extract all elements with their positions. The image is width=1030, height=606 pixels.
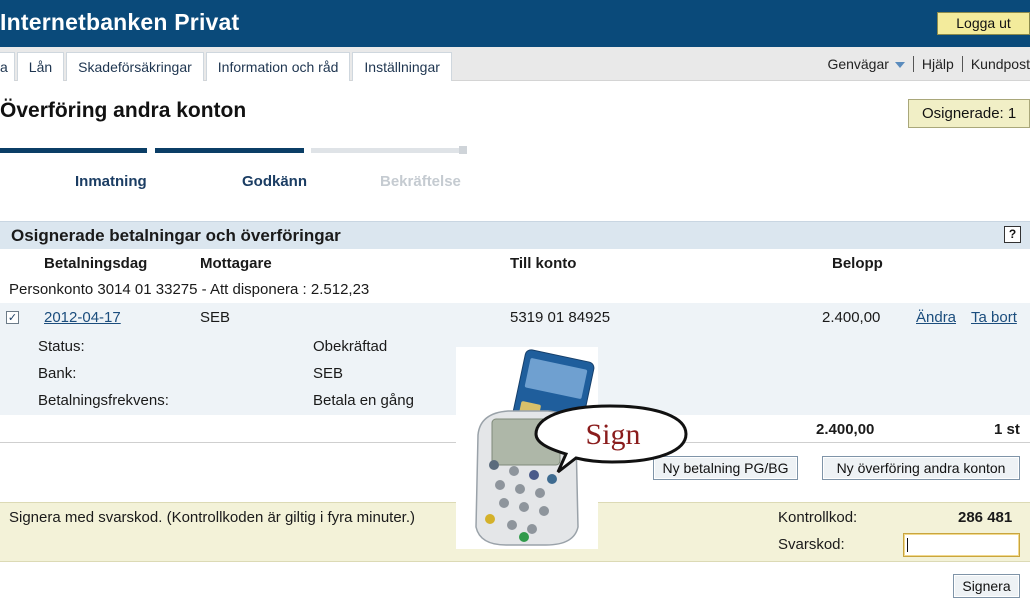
nav-tabs: a Lån Skadeförsäkringar Information och … — [0, 52, 454, 81]
payment-recipient: SEB — [200, 309, 231, 326]
edit-link[interactable]: Ändra — [916, 309, 956, 326]
detail-frequency-value: Betala en gång — [313, 392, 414, 409]
payment-checkbox[interactable]: ✓ — [6, 311, 19, 324]
top-bar: Internetbanken Privat Logga ut — [0, 0, 1030, 47]
step-godkann: Godkänn — [242, 173, 308, 190]
divider — [961, 56, 963, 72]
payment-amount: 2.400,00 — [822, 309, 881, 326]
shortcuts-menu[interactable]: Genvägar — [827, 56, 905, 72]
unsigned-badge[interactable]: Osignerade: 1 — [908, 99, 1030, 128]
new-transfer-button[interactable]: Ny överföring andra konton — [822, 456, 1020, 480]
total-count: 1 st — [994, 421, 1020, 438]
payment-to-account: 5319 01 84925 — [510, 309, 611, 326]
tab-skadeforsakringar[interactable]: Skadeförsäkringar — [66, 52, 204, 81]
signing-instruction: Signera med svarskod. (Kontrollkoden är … — [9, 509, 416, 526]
column-header-to-account: Till konto — [510, 255, 577, 272]
help-link[interactable]: Hjälp — [922, 56, 954, 72]
customer-mail-link[interactable]: Kundpost — [971, 56, 1030, 72]
brand-title: Internetbanken Privat — [0, 9, 240, 35]
delete-link[interactable]: Ta bort — [971, 309, 1017, 326]
control-code-label: Kontrollkod: — [778, 509, 858, 526]
detail-bank-label: Bank: — [38, 365, 77, 382]
tab-lan[interactable]: Lån — [16, 52, 65, 81]
detail-bank-value: SEB — [313, 365, 344, 382]
quick-links: Genvägar Hjälp Kundpost — [827, 56, 1030, 72]
help-icon[interactable]: ? — [1004, 226, 1021, 243]
section-title: Osignerade betalningar och överföringar — [11, 226, 341, 245]
column-header-recipient: Mottagare — [200, 255, 272, 272]
tab-installningar[interactable]: Inställningar — [352, 52, 452, 81]
account-summary: Personkonto 3014 01 33275 - Att disponer… — [0, 276, 1030, 303]
detail-status-label: Status: — [38, 338, 85, 355]
sign-speech-bubble: Sign — [534, 404, 688, 474]
tab-partial[interactable]: a — [0, 52, 15, 81]
detail-status-value: Obekräftad — [313, 338, 388, 355]
response-code-input[interactable] — [903, 533, 1020, 557]
chevron-down-icon — [894, 62, 905, 69]
section-header: Osignerade betalningar och överföringar … — [0, 221, 1030, 249]
column-header-date: Betalningsdag — [44, 255, 148, 272]
logout-button[interactable]: Logga ut — [937, 12, 1030, 35]
column-header-amount: Belopp — [832, 255, 883, 272]
control-code-value: 286 481 — [958, 509, 1013, 526]
detail-frequency-label: Betalningsfrekvens: — [38, 392, 169, 409]
shortcuts-label: Genvägar — [827, 56, 889, 72]
step-end-marker — [459, 146, 467, 154]
main-nav: a Lån Skadeförsäkringar Information och … — [0, 47, 1030, 81]
total-amount: 2.400,00 — [816, 421, 875, 438]
step-bekraftelse: Bekräftelse — [380, 173, 461, 190]
step-progress-1 — [0, 148, 147, 153]
payment-date-link[interactable]: 2012-04-17 — [44, 309, 121, 326]
response-code-label: Svarskod: — [778, 536, 845, 553]
step-progress-3 — [311, 148, 467, 153]
divider — [912, 56, 914, 72]
step-inmatning: Inmatning — [75, 173, 147, 190]
step-progress-2 — [155, 148, 304, 153]
sign-button[interactable]: Signera — [953, 574, 1020, 598]
bubble-text: Sign — [585, 418, 640, 451]
tab-information-och-rad[interactable]: Information och råd — [205, 52, 351, 81]
page-title: Överföring andra konton — [0, 99, 247, 122]
